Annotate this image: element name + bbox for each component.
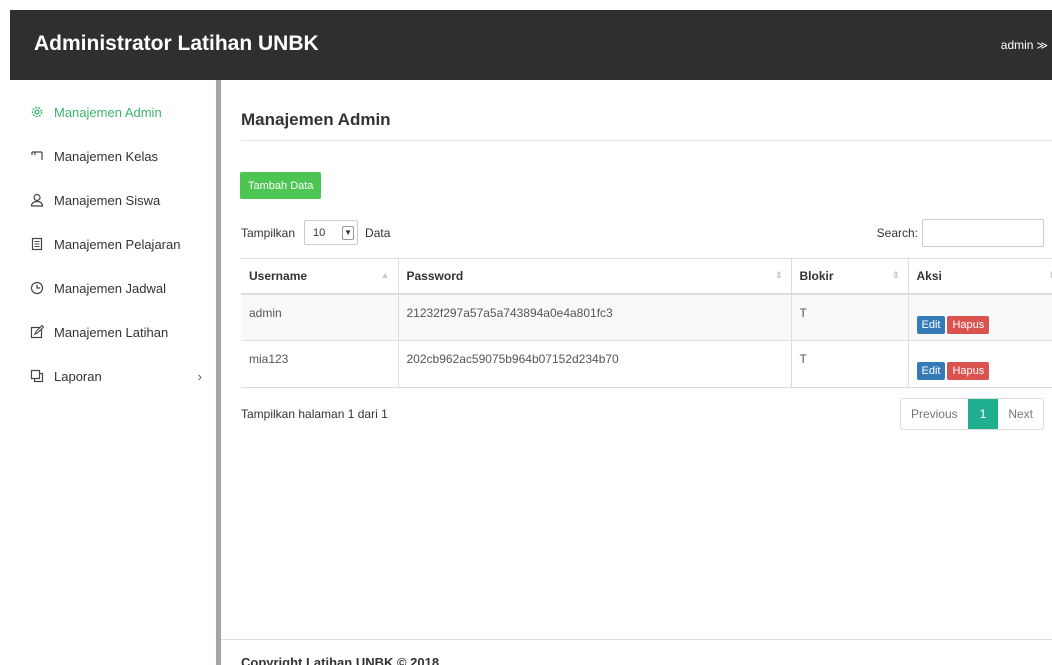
- page-length-select[interactable]: 10 ▼: [304, 220, 359, 245]
- user-icon: [26, 193, 48, 207]
- top-margin: [0, 0, 1052, 10]
- chevron-down-icon: ≫: [1036, 39, 1048, 52]
- search-label: Search:: [876, 226, 918, 240]
- column-header-blokir[interactable]: Blokir ⇕: [790, 258, 908, 295]
- cell-password: 202cb962ac59075b964b07152d234b70: [397, 340, 791, 388]
- edit-button[interactable]: Edit: [916, 315, 946, 334]
- sidebar: Manajemen Admin Manajemen Kelas Manajeme…: [10, 80, 216, 665]
- sidebar-item-manajemen-admin[interactable]: Manajemen Admin: [10, 90, 216, 134]
- table-search: Search:: [877, 219, 1044, 247]
- app-frame: Administrator Latihan UNBK admin ≫ Manaj…: [0, 0, 1052, 665]
- gear-icon: [26, 105, 48, 119]
- cell-blokir: T: [790, 293, 908, 341]
- column-header-label: Aksi: [916, 268, 942, 283]
- user-name: admin: [1000, 38, 1034, 52]
- sidebar-item-label: Manajemen Latihan: [54, 324, 169, 340]
- footer-divider: [221, 639, 1052, 640]
- admin-table: Username ▲ Password ⇕ Blokir ⇕ Aksi ⇕ admin …: [241, 258, 1052, 388]
- chevron-down-icon: ▼: [342, 225, 355, 240]
- chevron-right-icon: ›: [197, 368, 202, 384]
- sidebar-item-manajemen-pelajaran[interactable]: Manajemen Pelajaran: [10, 222, 216, 266]
- title-divider: [241, 140, 1052, 141]
- cell-blokir: T: [790, 340, 908, 388]
- search-input[interactable]: [922, 219, 1044, 247]
- column-header-aksi[interactable]: Aksi ⇕: [907, 258, 1052, 295]
- left-margin: [0, 0, 10, 665]
- next-page-button[interactable]: Next: [998, 399, 1043, 429]
- page-length-value: 10: [313, 226, 326, 239]
- sidebar-item-label: Manajemen Admin: [54, 104, 162, 120]
- edit-icon: [26, 325, 48, 339]
- edit-button[interactable]: Edit: [916, 362, 946, 380]
- length-prefix: Tampilkan: [241, 225, 296, 240]
- page-1-button[interactable]: 1: [967, 399, 999, 429]
- sidebar-item-manajemen-kelas[interactable]: Manajemen Kelas: [10, 134, 216, 178]
- column-header-password[interactable]: Password ⇕: [397, 258, 791, 295]
- column-header-label: Blokir: [799, 268, 834, 283]
- sort-icon: ⇕: [774, 270, 783, 280]
- sort-icon: ⇕: [891, 270, 900, 280]
- sidebar-item-label: Manajemen Pelajaran: [54, 236, 181, 252]
- board-icon: [26, 149, 48, 163]
- footer-copyright: Copyright Latihan UNBK © 2018: [241, 655, 440, 665]
- app-title[interactable]: Administrator Latihan UNBK: [34, 32, 319, 56]
- book-icon: [26, 237, 48, 251]
- sidebar-item-label: Laporan: [54, 368, 102, 384]
- cell-actions: Edit Hapus: [907, 293, 1052, 341]
- sidebar-item-manajemen-jadwal[interactable]: Manajemen Jadwal: [10, 266, 216, 310]
- top-navbar: Administrator Latihan UNBK admin ≫: [10, 10, 1052, 80]
- column-header-label: Username: [249, 268, 308, 283]
- table-row: mia123 202cb962ac59075b964b07152d234b70 …: [241, 340, 1052, 388]
- delete-button[interactable]: Hapus: [947, 362, 990, 380]
- sidebar-item-laporan[interactable]: Laporan ›: [10, 354, 216, 398]
- main-content: Manajemen Admin Tambah Data Tampilkan 10…: [221, 80, 1052, 665]
- sidebar-item-label: Manajemen Jadwal: [54, 280, 167, 296]
- user-menu[interactable]: admin ≫: [1001, 38, 1048, 52]
- window-icon: [26, 369, 48, 383]
- clock-icon: [26, 281, 48, 295]
- table-header-row: Username ▲ Password ⇕ Blokir ⇕ Aksi ⇕: [241, 258, 1052, 295]
- cell-password: 21232f297a57a5a743894a0e4a801fc3: [397, 293, 791, 341]
- cell-username: mia123: [241, 340, 398, 388]
- table-row: admin 21232f297a57a5a743894a0e4a801fc3 T…: [241, 293, 1052, 341]
- previous-page-button[interactable]: Previous: [900, 399, 968, 429]
- delete-button[interactable]: Hapus: [947, 315, 990, 334]
- cell-username: admin: [241, 293, 398, 341]
- sort-icon: ⇕: [1048, 270, 1052, 281]
- sidebar-item-label: Manajemen Siswa: [54, 192, 161, 208]
- cell-actions: Edit Hapus: [907, 340, 1052, 388]
- sort-asc-icon: ▲: [380, 270, 390, 280]
- sidebar-item-label: Manajemen Kelas: [54, 148, 159, 164]
- length-suffix: Data: [365, 225, 391, 240]
- pagination: Previous 1 Next: [899, 398, 1044, 430]
- column-header-username[interactable]: Username ▲: [241, 258, 398, 295]
- page-length-control: Tampilkan 10 ▼ Data: [241, 220, 390, 245]
- column-header-label: Password: [406, 268, 464, 283]
- page-title: Manajemen Admin: [241, 110, 391, 129]
- add-data-button[interactable]: Tambah Data: [240, 172, 322, 199]
- sidebar-item-manajemen-latihan[interactable]: Manajemen Latihan: [10, 310, 216, 354]
- sidebar-item-manajemen-siswa[interactable]: Manajemen Siswa: [10, 178, 216, 222]
- table-info: Tampilkan halaman 1 dari 1: [241, 407, 388, 421]
